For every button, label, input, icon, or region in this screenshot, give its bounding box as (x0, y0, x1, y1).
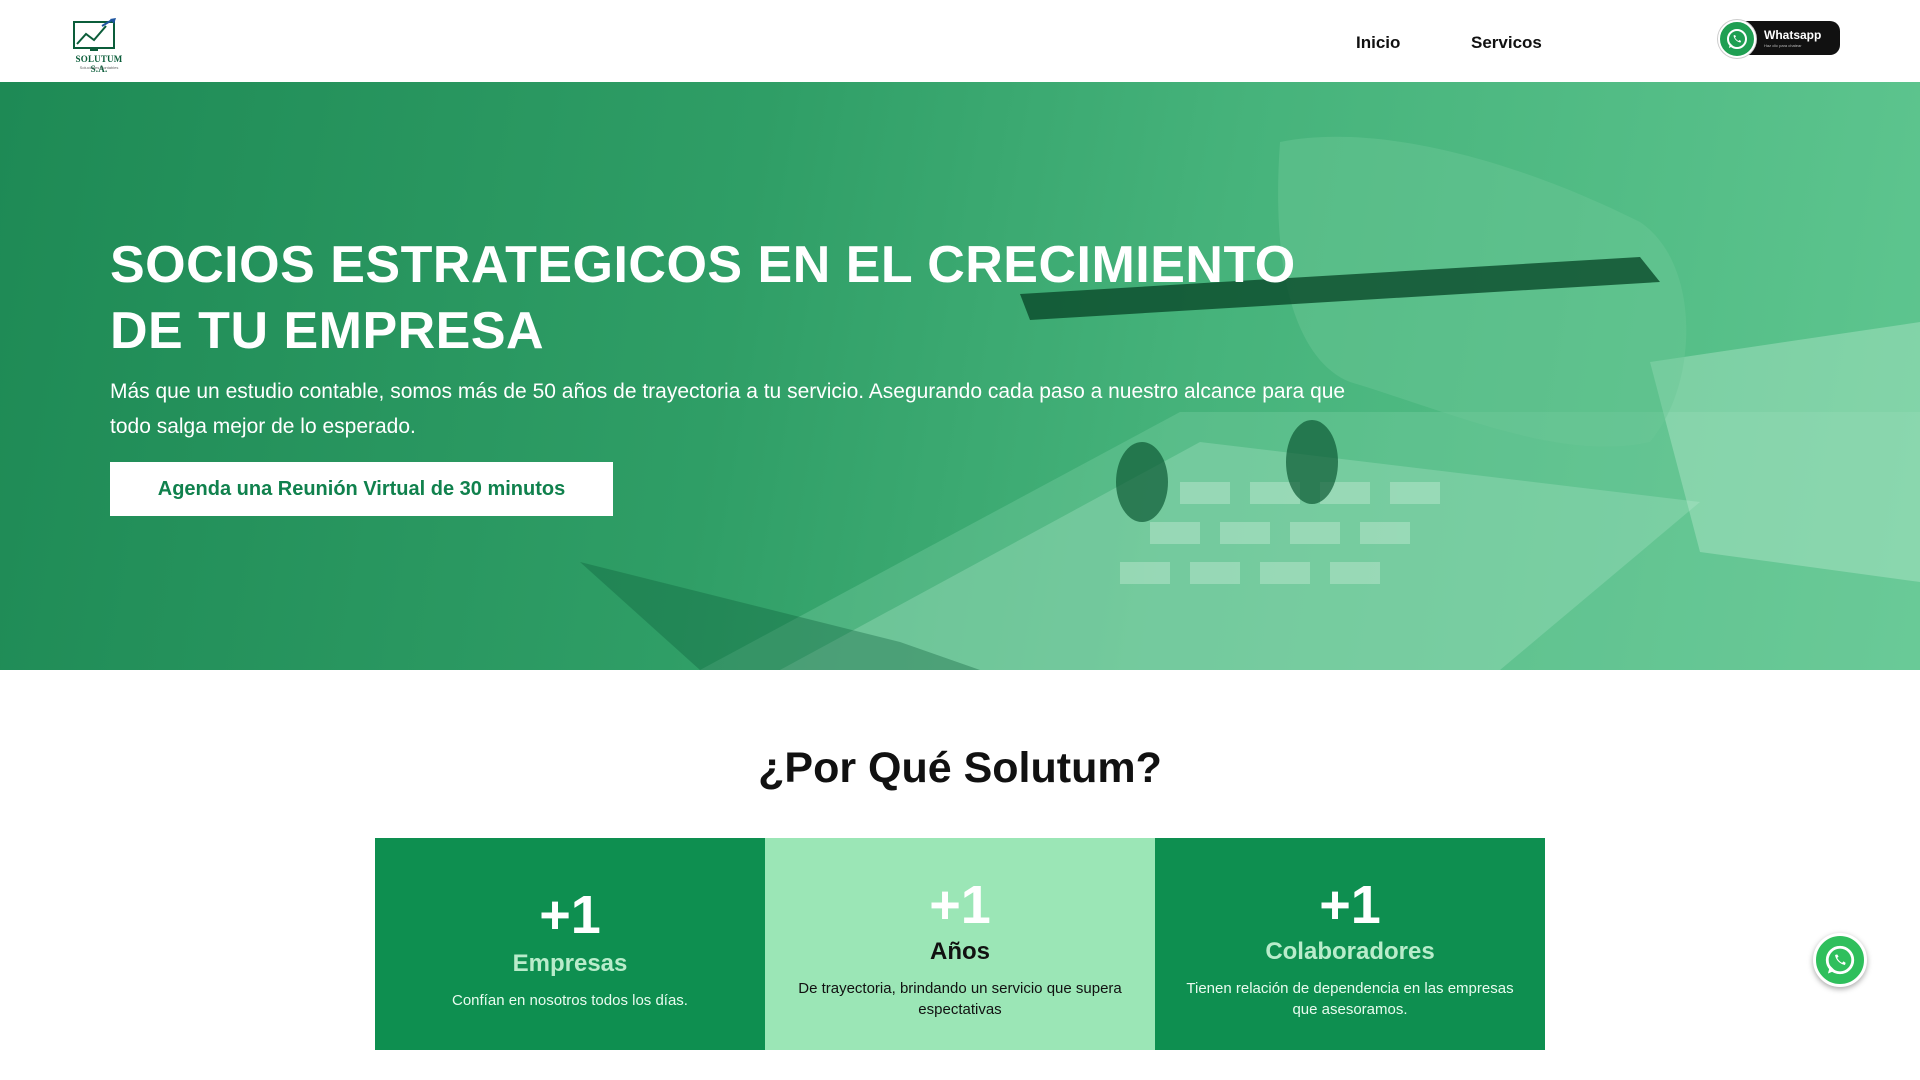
stat-number: +1 (929, 875, 991, 935)
stat-label: Años (930, 938, 990, 965)
nav-inicio[interactable]: Inicio (1356, 33, 1400, 53)
stat-number: +1 (1319, 875, 1381, 935)
whatsapp-button-sub: Haz clic para chatear (1764, 43, 1802, 48)
stat-card-empresas: +1 Empresas Confían en nosotros todos lo… (375, 838, 765, 1050)
logo[interactable]: SOLUTUM S.A. Soluciones Contables (66, 16, 132, 74)
whatsapp-icon (1825, 945, 1855, 975)
stat-label: Colaboradores (1265, 938, 1435, 965)
stat-description: De trayectoria, brindando un servicio qu… (798, 980, 1122, 1018)
stat-description: Tienen relación de dependencia en las em… (1186, 980, 1514, 1018)
whatsapp-button[interactable]: Whatsapp Haz clic para chatear (1718, 20, 1840, 58)
logo-tagline: Soluciones Contables (79, 65, 119, 70)
whatsapp-button-label: Whatsapp (1764, 28, 1822, 42)
hero-description: Más que un estudio contable, somos más d… (110, 380, 1346, 438)
schedule-meeting-button[interactable]: Agenda una Reunión Virtual de 30 minutos (110, 462, 613, 516)
stat-card-colaboradores: +1 Colaboradores Tienen relación de depe… (1155, 838, 1545, 1050)
site-header: SOLUTUM S.A. Soluciones Contables Inicio… (0, 0, 1920, 82)
stat-label: Empresas (512, 950, 628, 977)
hero-title: SOCIOS ESTRATEGICOS EN EL CRECIMIENTO DE… (110, 236, 1296, 360)
whatsapp-icon (1718, 20, 1756, 58)
nav-servicos[interactable]: Servicos (1471, 33, 1542, 53)
why-solutum-title: ¿Por Qué Solutum? (758, 744, 1162, 792)
stat-number: +1 (539, 885, 601, 945)
growth-chart-icon (73, 18, 116, 51)
stat-card-anos: +1 Años De trayectoria, brindando un ser… (765, 838, 1155, 1050)
whatsapp-floating-button[interactable] (1813, 933, 1867, 987)
stat-description: Confían en nosotros todos los días. (452, 992, 688, 1009)
logo-name: SOLUTUM S.A. (75, 54, 123, 74)
hero-banner: SOCIOS ESTRATEGICOS EN EL CRECIMIENTO DE… (0, 82, 1920, 670)
